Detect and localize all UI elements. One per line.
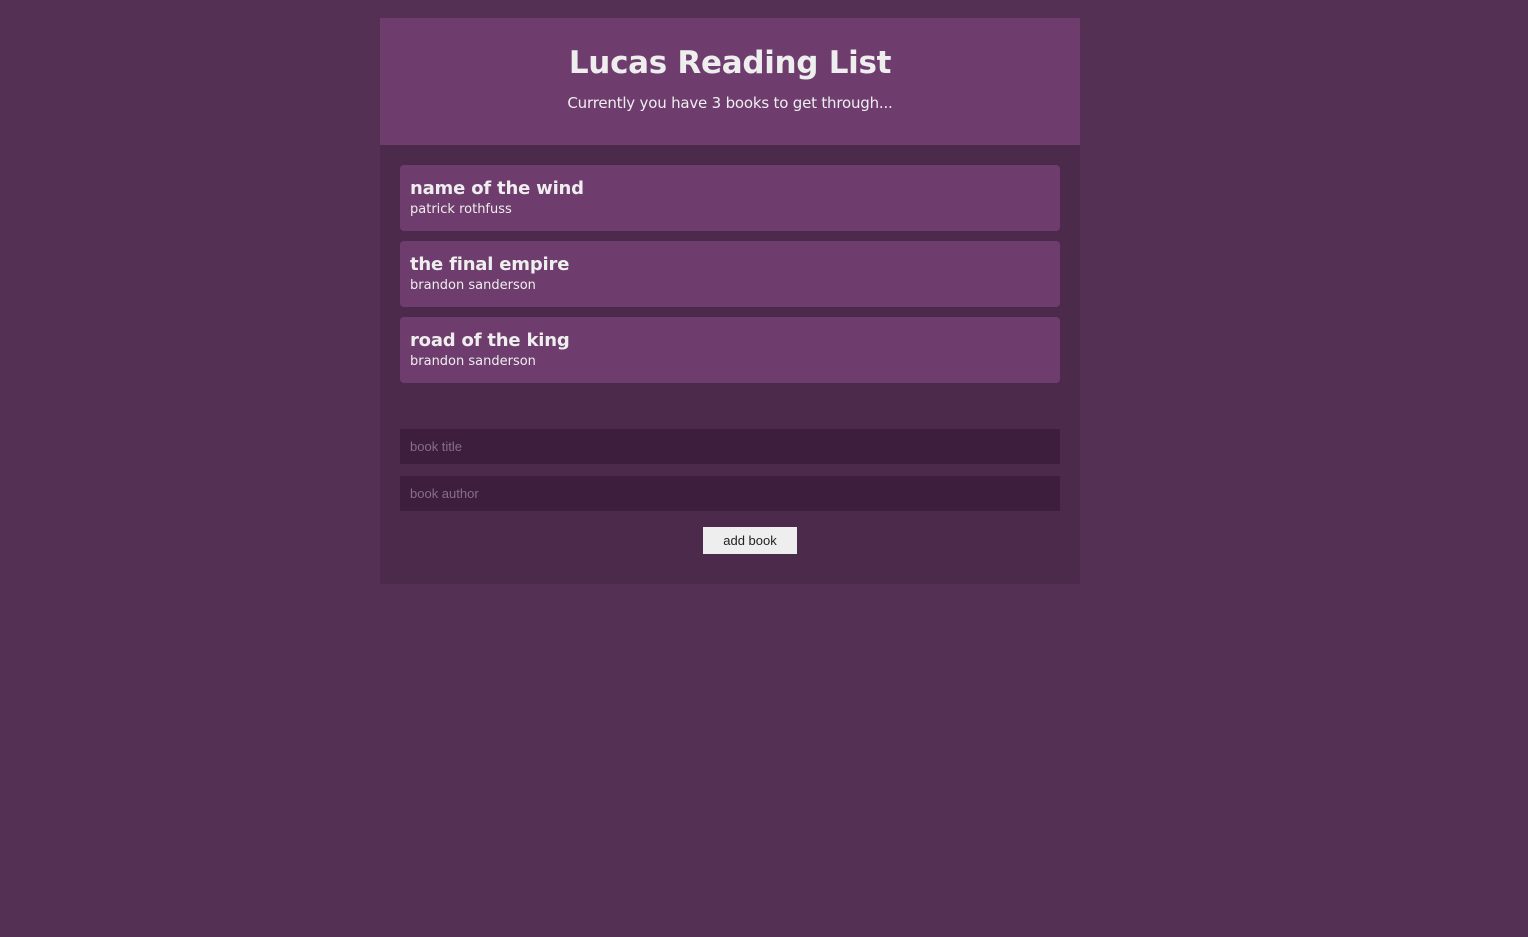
book-author: brandon sanderson xyxy=(410,278,536,293)
reading-list-app: Lucas Reading List Currently you have 3 … xyxy=(380,18,1080,584)
add-book-button[interactable]: add book xyxy=(703,527,797,554)
add-book-form: add book xyxy=(400,429,1060,554)
book-title: road of the king xyxy=(410,330,570,351)
book-title: the final empire xyxy=(410,254,570,275)
book-author-input[interactable] xyxy=(400,476,1060,511)
book-author: patrick rothfuss xyxy=(410,202,512,217)
book-title-input[interactable] xyxy=(400,429,1060,464)
book-item[interactable]: the final empire brandon sanderson xyxy=(400,241,1060,307)
book-title: name of the wind xyxy=(410,178,584,199)
book-count-subtitle: Currently you have 3 books to get throug… xyxy=(567,94,893,112)
book-author: brandon sanderson xyxy=(410,354,536,369)
book-list: name of the wind patrick rothfuss the fi… xyxy=(380,145,1080,383)
page-title: Lucas Reading List xyxy=(568,45,892,81)
book-item[interactable]: road of the king brandon sanderson xyxy=(400,317,1060,383)
navbar: Lucas Reading List Currently you have 3 … xyxy=(380,18,1080,145)
book-item[interactable]: name of the wind patrick rothfuss xyxy=(400,165,1060,231)
